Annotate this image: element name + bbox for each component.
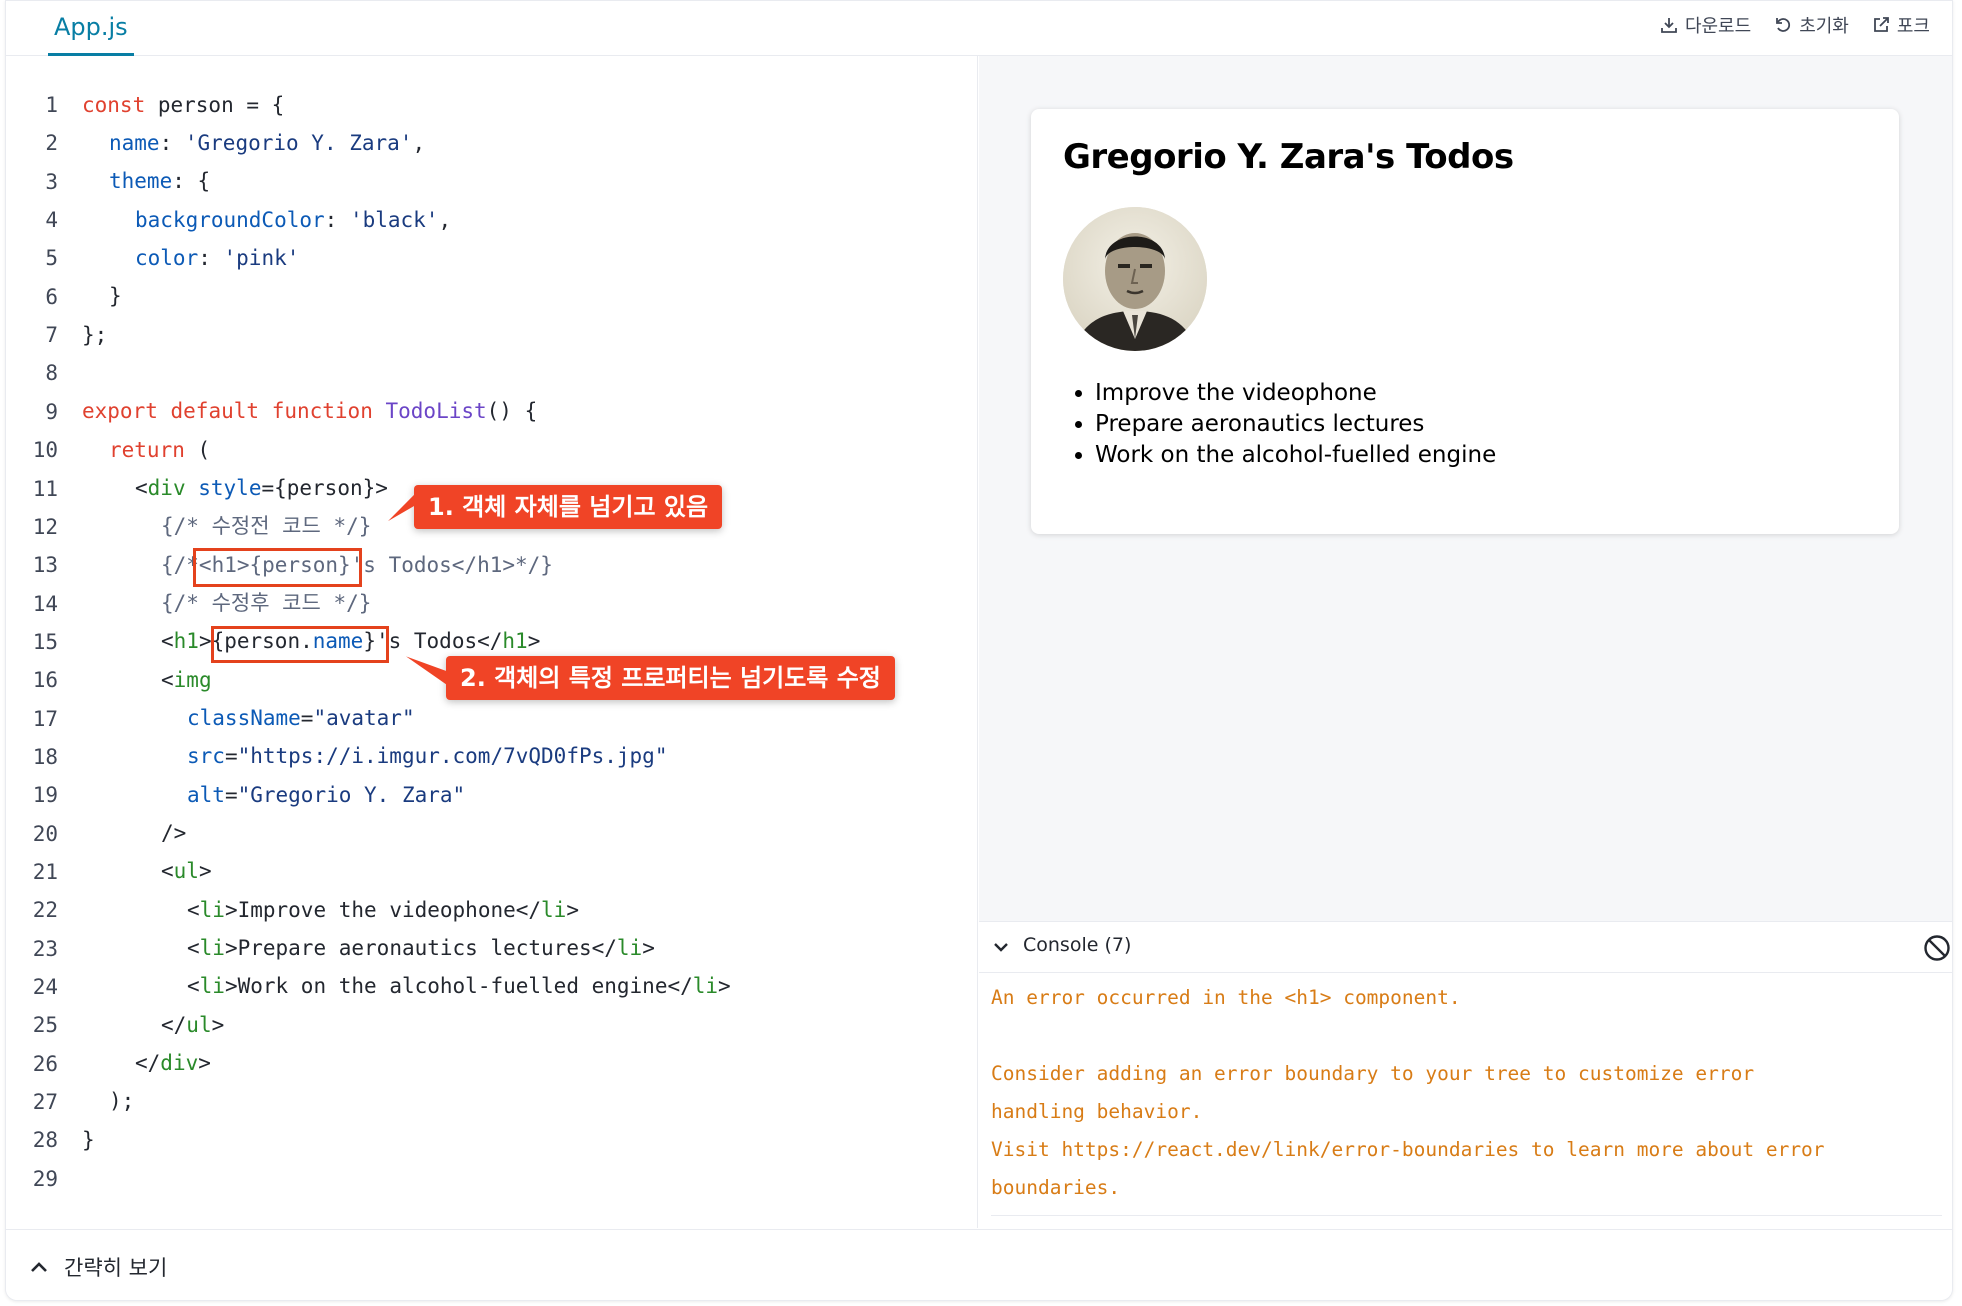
todo-list: Improve the videophone Prepare aeronauti… — [1095, 378, 1496, 471]
preview-pane: Gregorio Y. Zara's Todos • Improve the v… — [979, 56, 1952, 921]
collapse-bar[interactable]: 간략히 보기 — [6, 1229, 1952, 1300]
code-line-4: backgroundColor: 'black', — [135, 208, 452, 232]
code-line-7: }; — [82, 323, 108, 347]
callout-annotation-2: 2. 객체의 특정 프로퍼티는 넘기도록 수정 — [406, 656, 895, 700]
editor-topbar: App.js 다운로드 초기화 포크 — [6, 1, 1952, 56]
console-divider — [991, 1215, 1942, 1216]
code-line-5: color: 'pink' — [135, 246, 300, 270]
download-icon — [1661, 18, 1677, 33]
console-message-6: boundaries. — [991, 1176, 1121, 1199]
console-panel: Console (7) An error occurred in the <h1… — [979, 921, 1952, 1217]
list-item: Prepare aeronautics lectures — [1095, 409, 1496, 440]
code-line-25: </ul> — [161, 1013, 225, 1037]
list-item: Work on the alcohol-fuelled engine — [1095, 440, 1496, 471]
fork-button[interactable]: 포크 — [1871, 12, 1930, 38]
code-line-1: const person = { — [82, 93, 285, 117]
code-line-12: {/* 수정전 코드 */} — [161, 514, 372, 538]
code-line-9: export default function TodoList() { — [82, 399, 538, 423]
code-line-18: src="https://i.imgur.com/7vQD0fPs.jpg" — [187, 744, 668, 768]
console-message-4: handling behavior. — [991, 1100, 1203, 1123]
file-tab-app-js[interactable]: App.js — [48, 1, 134, 56]
code-line-17: className="avatar" — [187, 706, 415, 730]
code-line-20: /> — [161, 821, 187, 845]
code-editor[interactable]: 1 2 3 4 5 6 7 8 9 10 11 12 13 14 15 16 17 18 19 20 21 22 23 24 2… — [6, 56, 978, 1228]
console-message-1: An error occurred in the <h1> component. — [991, 986, 1461, 1009]
reset-icon — [1776, 18, 1791, 32]
line-number: 8 — [45, 361, 58, 385]
console-message-2 — [991, 1017, 1942, 1055]
console-label: Console (7) — [1023, 934, 1132, 956]
download-button[interactable]: 다운로드 — [1659, 12, 1751, 38]
code-line-3: theme: { — [109, 169, 211, 193]
code-line-26: </div> — [135, 1051, 211, 1075]
code-line-21: <ul> — [161, 859, 212, 883]
avatar-photo — [1063, 207, 1207, 351]
code-line-14: {/* 수정후 코드 */} — [161, 591, 372, 615]
callout-annotation-1: 1. 객체 자체를 넘기고 있음 — [388, 485, 723, 529]
reset-label: 초기화 — [1799, 16, 1849, 37]
code-line-2: name: 'Gregorio Y. Zara', — [109, 131, 426, 155]
highlight-box-person — [193, 548, 362, 587]
download-label: 다운로드 — [1684, 16, 1752, 37]
preview-card: Gregorio Y. Zara's Todos • Improve the v… — [1031, 109, 1899, 534]
chevron-down-icon[interactable] — [991, 937, 1011, 957]
console-header[interactable]: Console (7) — [979, 922, 1952, 973]
code-line-6: } — [109, 284, 122, 308]
code-line-27: ); — [109, 1089, 135, 1113]
highlight-box-person-name — [211, 626, 389, 663]
list-item: Improve the videophone — [1095, 378, 1496, 409]
console-output: An error occurred in the <h1> component.… — [979, 973, 1952, 1222]
code-line-28: } — [82, 1128, 95, 1152]
code-line-16: <img — [161, 668, 212, 692]
chevron-up-icon[interactable] — [28, 1256, 50, 1278]
console-message-3: Consider adding an error boundary to you… — [991, 1062, 1755, 1085]
external-link-icon — [1873, 17, 1889, 32]
fork-label: 포크 — [1896, 16, 1930, 37]
code-line-19: alt="Gregorio Y. Zara" — [187, 783, 466, 807]
avatar — [1063, 207, 1207, 351]
code-line-23: <li>Prepare aeronautics lectures</li> — [187, 936, 655, 960]
console-message-5: Visit https://react.dev/link/error-bound… — [991, 1138, 1825, 1161]
toolbar-actions: 다운로드 초기화 포크 — [1659, 11, 1930, 39]
code-line-24: <li>Work on the alcohol-fuelled engine</… — [187, 974, 731, 998]
code-line-10: return ( — [109, 438, 211, 462]
collapse-label: 간략히 보기 — [64, 1256, 168, 1280]
line-number: 29 — [32, 1167, 58, 1191]
reset-button[interactable]: 초기화 — [1773, 12, 1849, 38]
clear-console-icon[interactable] — [1922, 933, 1952, 963]
callout-text-2: 2. 객체의 특정 프로퍼티는 넘기도록 수정 — [460, 664, 881, 692]
code-line-22: <li>Improve the videophone</li> — [187, 898, 579, 922]
sandbox-frame: App.js 다운로드 초기화 포크 1 2 3 4 5 6 7 8 9 10 11 12 13 14 15… — [5, 0, 1953, 1301]
code-line-11: <div style={person}> — [135, 476, 388, 500]
preview-title: Gregorio Y. Zara's Todos — [1063, 137, 1514, 177]
callout-text-1: 1. 객체 자체를 넘기고 있음 — [428, 493, 709, 521]
